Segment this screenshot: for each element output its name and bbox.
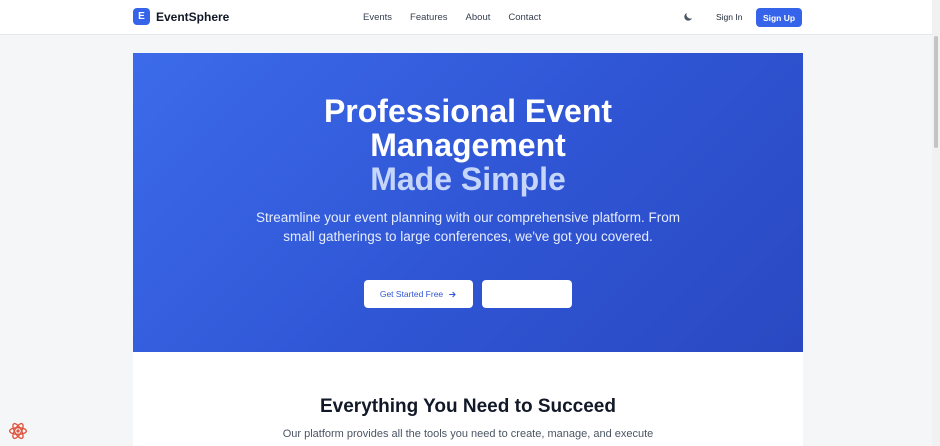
page-scrollbar[interactable] <box>932 0 940 446</box>
navbar: E EventSphere Events Features About Cont… <box>0 0 940 35</box>
scrollbar-thumb[interactable] <box>934 36 938 148</box>
nav-link-features[interactable]: Features <box>410 12 448 23</box>
sign-in-button[interactable]: Sign In <box>716 12 742 22</box>
nav-link-about[interactable]: About <box>466 12 491 23</box>
hero-section: Professional Event Management Made Simpl… <box>133 53 803 352</box>
features-subtitle: Our platform provides all the tools you … <box>282 428 654 440</box>
sign-up-button[interactable]: Sign Up <box>756 8 802 27</box>
get-started-label: Get Started Free <box>379 289 444 299</box>
arrow-right-icon <box>449 291 456 297</box>
get-started-button[interactable]: Get Started Free <box>364 280 473 308</box>
nav-links: Events Features About Contact <box>363 12 541 23</box>
logo-icon: E <box>133 8 150 25</box>
hero-subtitle: Streamline your event planning with our … <box>256 210 680 244</box>
brand-name: EventSphere <box>156 9 230 24</box>
secondary-button[interactable] <box>482 280 572 308</box>
react-icon[interactable] <box>8 421 28 441</box>
hero-title: Professional Event Management Made Simpl… <box>133 94 803 196</box>
hero-title-line2: Management <box>370 127 566 163</box>
brand-logo[interactable]: E EventSphere <box>133 8 229 25</box>
features-section: Everything You Need to Succeed Our platf… <box>133 352 803 446</box>
nav-link-events[interactable]: Events <box>363 12 392 23</box>
features-title: Everything You Need to Succeed <box>320 396 616 417</box>
hero-title-accent: Made Simple <box>370 161 566 197</box>
hero-title-line1: Professional Event <box>323 93 613 129</box>
nav-link-contact[interactable]: Contact <box>508 12 541 23</box>
moon-icon[interactable] <box>682 11 694 23</box>
